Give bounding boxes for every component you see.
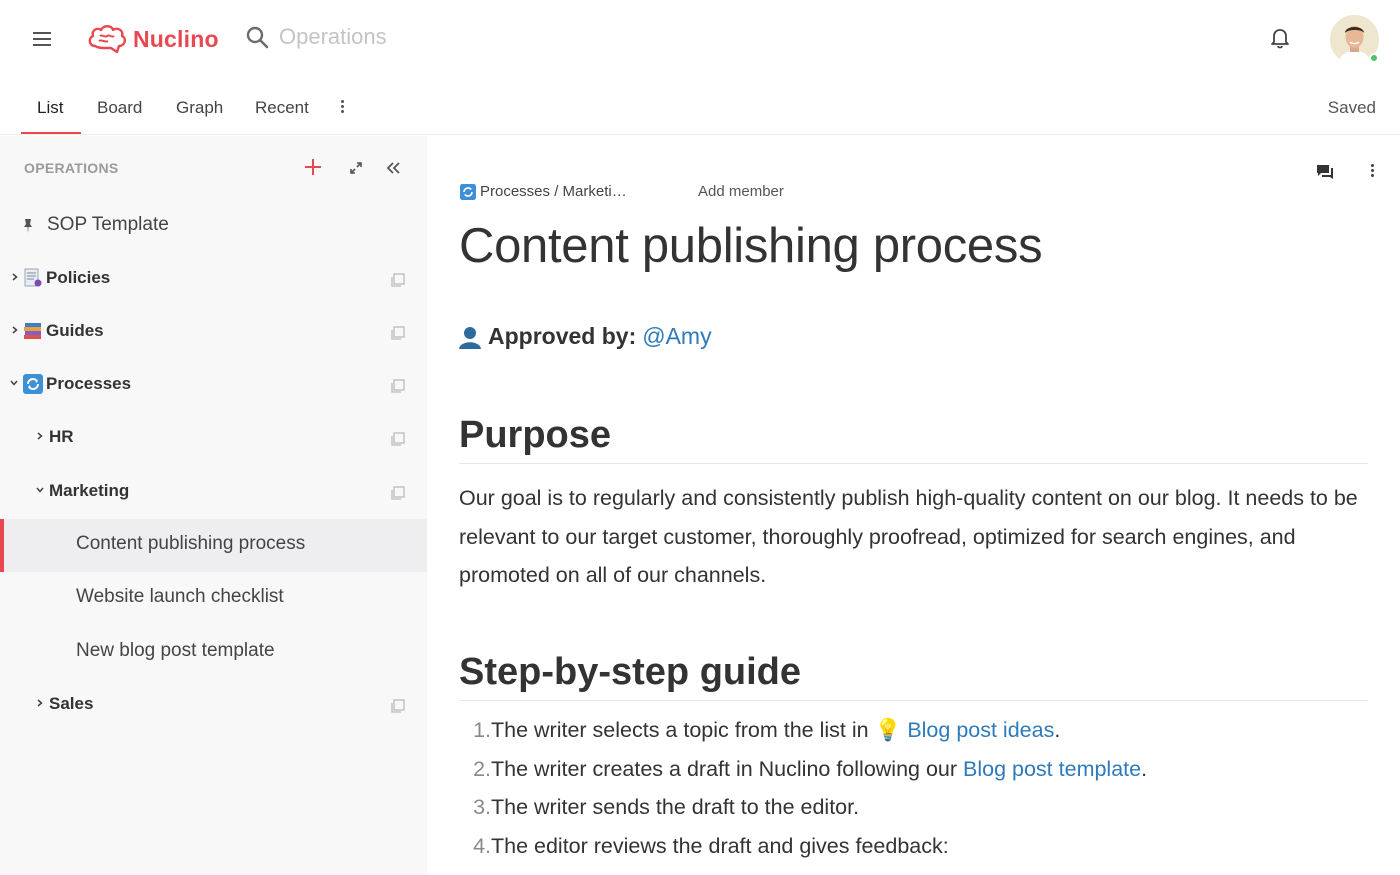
books-emoji-icon [23,321,43,341]
tabs-more-icon[interactable] [336,98,348,116]
brain-logo-icon [87,24,127,54]
person-emoji-icon [458,325,482,349]
tab-recent[interactable]: Recent [255,98,309,118]
top-bar: Nuclino Operations [0,0,1400,78]
online-status-dot [1369,53,1379,63]
logo[interactable]: Nuclino [87,22,219,56]
search-placeholder[interactable]: Operations [279,24,387,50]
document-more-icon[interactable] [1367,162,1377,182]
list-item[interactable]: 3.The writer sends the draft to the edit… [459,795,1379,834]
search-field[interactable]: Operations [245,24,387,50]
sidebar-item-marketing[interactable]: Marketing [0,466,427,519]
tab-board[interactable]: Board [97,98,142,118]
sidebar-item-label: Sales [49,694,93,714]
cycle-arrows-emoji-icon [23,374,43,394]
step-number: 1. [459,718,491,743]
step-number: 4. [459,834,491,859]
sidebar-item-label: Policies [46,268,110,288]
step-text: The writer selects a topic from the list… [491,718,875,742]
sidebar-item-guides[interactable]: Guides [0,306,427,359]
sidebar-item-hr[interactable]: HR [0,412,427,465]
duplicate-icon[interactable] [390,485,406,501]
sidebar-item-processes[interactable]: Processes [0,359,427,412]
comments-icon[interactable] [1315,162,1335,182]
step-text: The editor reviews the draft and gives f… [491,834,949,858]
step-text: The writer sends the draft to the editor… [491,795,859,819]
chevron-right-icon[interactable] [11,326,19,334]
duplicate-icon[interactable] [390,698,406,714]
sidebar-item-label: Processes [46,374,131,394]
sidebar-item-website-launch-checklist[interactable]: Website launch checklist [0,572,427,625]
sidebar: OPERATIONS SOP Template Policies Gu [0,136,427,875]
purpose-heading[interactable]: Purpose [459,414,1368,464]
sidebar-item-label: HR [49,427,74,447]
sidebar-item-sop-template[interactable]: SOP Template [0,200,427,253]
sidebar-item-policies[interactable]: Policies [0,253,427,306]
chevron-down-icon[interactable] [36,486,44,494]
duplicate-icon[interactable] [390,272,406,288]
expand-all-icon[interactable] [349,161,363,175]
approved-by-label: Approved by: [488,323,636,350]
pin-icon [22,218,34,234]
breadcrumb-path[interactable]: Processes / Marketi… [480,183,627,200]
list-item[interactable]: 4.The editor reviews the draft and gives… [459,834,1379,873]
notifications-bell-icon[interactable] [1268,27,1292,51]
user-mention[interactable]: @Amy [642,323,711,350]
page-title[interactable]: Content publishing process [459,218,1042,274]
duplicate-icon[interactable] [390,431,406,447]
step-text: The writer creates a draft in Nuclino fo… [491,757,963,781]
sidebar-item-label: Guides [46,321,104,341]
add-item-icon[interactable] [304,158,322,176]
step-text-end: . [1141,757,1147,781]
steps-heading[interactable]: Step-by-step guide [459,651,1368,701]
view-tabs: List Board Graph Recent Saved [0,78,1400,135]
document-emoji-icon [23,268,43,288]
sidebar-item-label: Website launch checklist [76,586,284,608]
sidebar-item-label: SOP Template [47,214,169,236]
cycle-arrows-emoji-icon [460,184,476,200]
active-tab-indicator [21,132,81,134]
steps-list: 1.The writer selects a topic from the li… [459,718,1379,872]
brand-name: Nuclino [133,26,219,53]
list-item[interactable]: 2.The writer creates a draft in Nuclino … [459,757,1379,796]
sidebar-item-new-blog-post-template[interactable]: New blog post template [0,626,427,679]
step-number: 3. [459,795,491,820]
duplicate-icon[interactable] [390,325,406,341]
chevron-right-icon[interactable] [36,432,44,440]
save-status: Saved [1328,98,1376,118]
collapse-sidebar-icon[interactable] [384,159,402,177]
add-member-button[interactable]: Add member [698,183,784,200]
search-icon [245,25,269,49]
tab-list[interactable]: List [37,98,63,118]
purpose-paragraph[interactable]: Our goal is to regularly and consistentl… [459,479,1364,595]
chevron-down-icon[interactable] [10,379,18,387]
step-text-end: . [1054,718,1060,742]
menu-icon[interactable] [31,30,53,48]
sidebar-item-sales[interactable]: Sales [0,679,427,732]
blog-post-template-link[interactable]: Blog post template [963,757,1141,781]
tab-graph[interactable]: Graph [176,98,223,118]
document-area: Processes / Marketi… Add member Content … [427,136,1400,875]
blog-post-ideas-link[interactable]: Blog post ideas [907,718,1054,742]
workspace-title[interactable]: OPERATIONS [24,160,119,176]
breadcrumb[interactable]: Processes / Marketi… [460,183,627,200]
sidebar-item-label: Content publishing process [76,533,305,555]
duplicate-icon[interactable] [390,378,406,394]
chevron-right-icon[interactable] [36,699,44,707]
chevron-right-icon[interactable] [11,273,19,281]
sidebar-item-label: New blog post template [76,640,275,662]
approved-by-line: Approved by: @Amy [458,323,712,350]
sidebar-item-label: Marketing [49,481,129,501]
sidebar-item-content-publishing-process[interactable]: Content publishing process [0,519,427,572]
lightbulb-emoji-icon: 💡 [875,718,902,742]
step-number: 2. [459,757,491,782]
list-item[interactable]: 1.The writer selects a topic from the li… [459,718,1379,757]
